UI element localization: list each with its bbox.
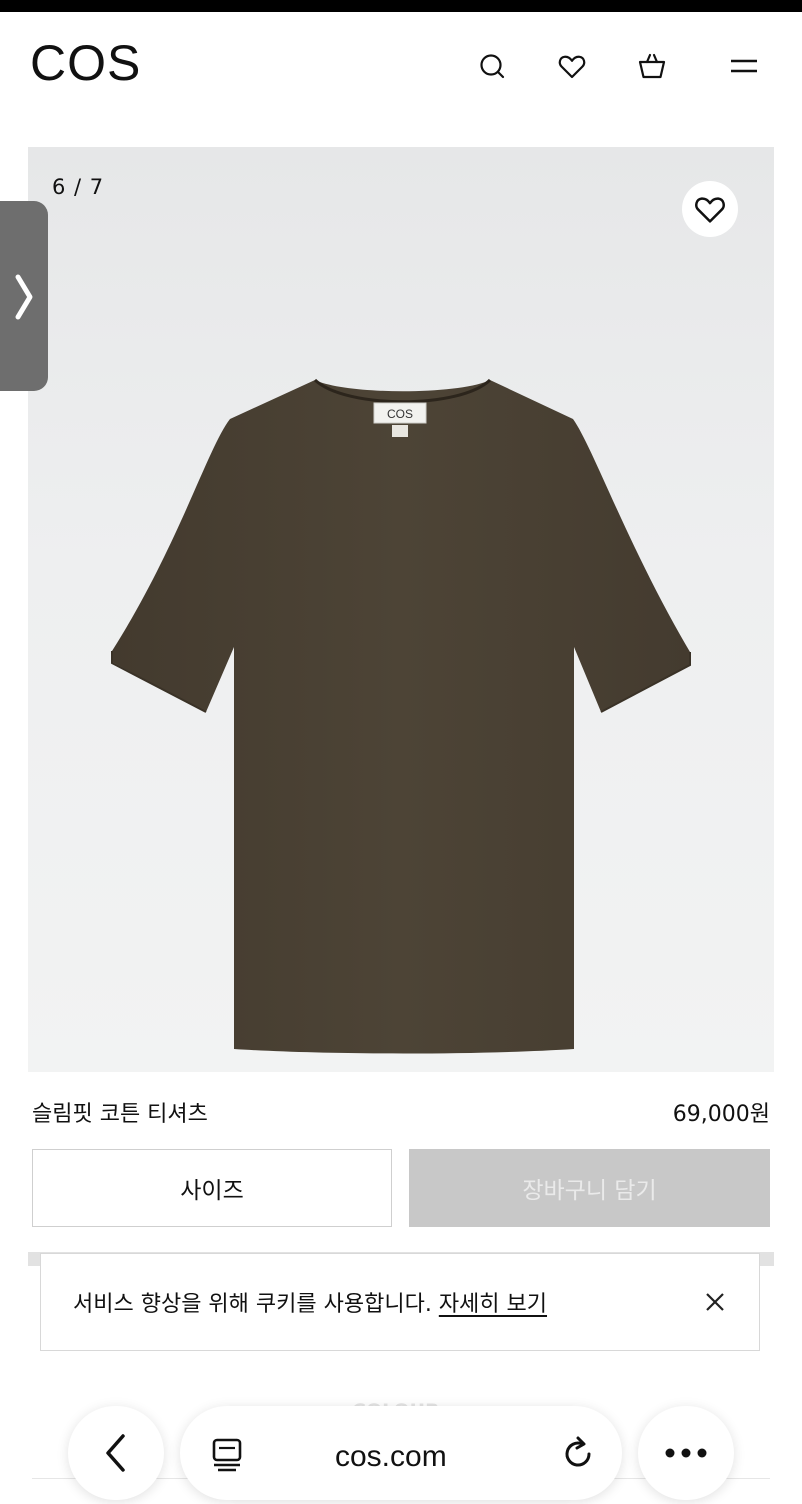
add-to-cart-button[interactable]: 장바구니 담기 [409,1149,770,1227]
url-text[interactable]: cos.com [335,1440,447,1474]
cos-logo[interactable]: COS [30,34,141,92]
close-icon[interactable] [703,1290,727,1314]
product-info: 슬림핏 코튼 티셔츠 69,000원 [32,1096,770,1132]
more-options-button[interactable] [638,1406,734,1500]
tabs-icon[interactable] [208,1434,248,1474]
cookie-banner: 서비스 향상을 위해 쿠키를 사용합니다. 자세히 보기 [40,1253,760,1351]
size-select-button[interactable]: 사이즈 [32,1149,392,1227]
more-icon [665,1448,707,1458]
address-bar[interactable]: cos.com [180,1406,622,1500]
product-name: 슬림핏 코튼 티셔츠 [32,1102,208,1127]
site-header: COS [0,12,802,124]
menu-icon[interactable] [728,50,760,82]
heart-icon[interactable] [556,50,588,82]
chevron-right-icon [15,274,33,320]
product-price: 69,000원 [672,1102,770,1127]
back-button[interactable] [68,1406,164,1500]
cookie-message: 서비스 향상을 위해 쿠키를 사용합니다. 자세히 보기 [73,1286,547,1318]
bag-icon[interactable] [636,50,668,82]
tshirt-image: COS [111,378,691,1054]
cookie-details-link[interactable]: 자세히 보기 [439,1292,547,1317]
cookie-text: 서비스 향상을 위해 쿠키를 사용합니다. [73,1292,439,1317]
side-panel-tab[interactable] [0,201,48,391]
browser-toolbar: cos.com [0,1398,802,1500]
product-image-gallery[interactable]: 6 / 7 COS [28,147,774,1072]
garment-label: COS [387,407,413,421]
search-icon[interactable] [476,50,508,82]
status-bar [0,0,802,12]
back-arrow-icon [106,1434,125,1472]
reload-icon[interactable] [558,1434,598,1474]
